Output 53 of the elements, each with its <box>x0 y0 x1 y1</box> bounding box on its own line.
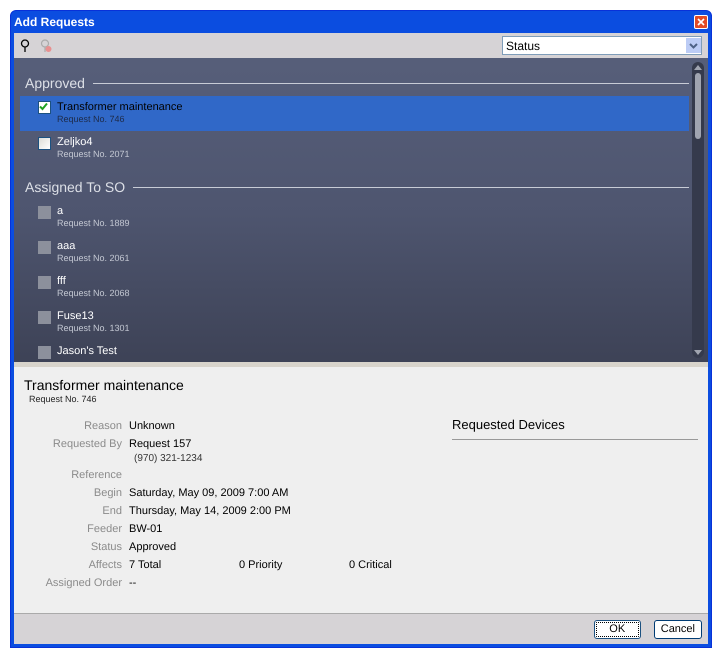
field-label: Reference <box>71 468 122 482</box>
field-label: Begin <box>94 486 122 500</box>
scroll-up-icon[interactable] <box>694 65 702 70</box>
field-label: Affects <box>88 558 122 572</box>
field-value: Unknown <box>129 419 175 434</box>
section-title: Requested Devices <box>452 415 698 440</box>
dialog-button[interactable]: Cancel <box>654 620 702 638</box>
detail-number: Request No. 746 <box>28 394 98 405</box>
checkbox[interactable] <box>38 101 51 114</box>
request-item[interactable]: Zeljko4 Request No. 2071 <box>20 131 689 166</box>
request-item[interactable]: Transformer maintenance Request No. 746 <box>20 96 689 131</box>
field-value: Request 157 <box>129 437 192 452</box>
field-value: Saturday, May 09, 2009 7:00 AM <box>129 486 288 500</box>
field-value: 0 Critical <box>349 558 392 572</box>
checkbox[interactable] <box>38 137 51 150</box>
request-name: a <box>57 205 64 217</box>
request-number: Request No. 1889 <box>57 217 130 229</box>
request-number: Request No. 1301 <box>57 322 130 334</box>
request-number: Request No. 2061 <box>57 252 130 264</box>
field-label: Assigned Order <box>46 576 122 590</box>
request-number: Request No. 2071 <box>57 148 130 160</box>
field-value: Thursday, May 14, 2009 2:00 PM <box>129 504 291 518</box>
dialog-button[interactable]: OK <box>594 620 641 638</box>
scrollbar[interactable] <box>692 62 704 358</box>
request-name: Transformer maintenance <box>57 101 183 113</box>
request-name: fff <box>57 275 67 287</box>
field-subvalue: (970) 321-1234 <box>133 452 202 466</box>
field-value: 0 Priority <box>239 558 284 572</box>
detail-title: Transformer maintenance <box>24 377 185 394</box>
group-header: Approved <box>25 74 85 93</box>
field-label: Requested By <box>52 437 122 452</box>
close-button[interactable] <box>694 15 708 29</box>
field-value: Approved <box>129 540 176 554</box>
field-label: End <box>102 504 122 518</box>
request-name: Fuse13 <box>57 310 95 322</box>
field-value: BW-01 <box>129 522 162 536</box>
pin-icon[interactable] <box>20 38 30 52</box>
field-label: Feeder <box>87 522 122 536</box>
field-label: Status <box>90 540 122 554</box>
field-value: -- <box>129 576 136 590</box>
field-label: Reason <box>84 419 122 434</box>
request-name: Zeljko4 <box>57 136 94 148</box>
request-name: aaa <box>57 240 76 252</box>
sort-select[interactable]: Status <box>502 36 702 55</box>
close-icon <box>697 18 705 26</box>
request-name: Jason's Test <box>57 345 117 357</box>
scroll-thumb[interactable] <box>695 73 701 139</box>
group-header: Assigned To SO <box>25 178 126 197</box>
request-number: Request No. 2068 <box>57 287 130 299</box>
request-number: Request No. 746 <box>57 113 126 125</box>
scroll-down-icon[interactable] <box>694 350 702 355</box>
window-title: Add Requests <box>14 14 95 31</box>
field-value: 7 Total <box>129 558 162 572</box>
